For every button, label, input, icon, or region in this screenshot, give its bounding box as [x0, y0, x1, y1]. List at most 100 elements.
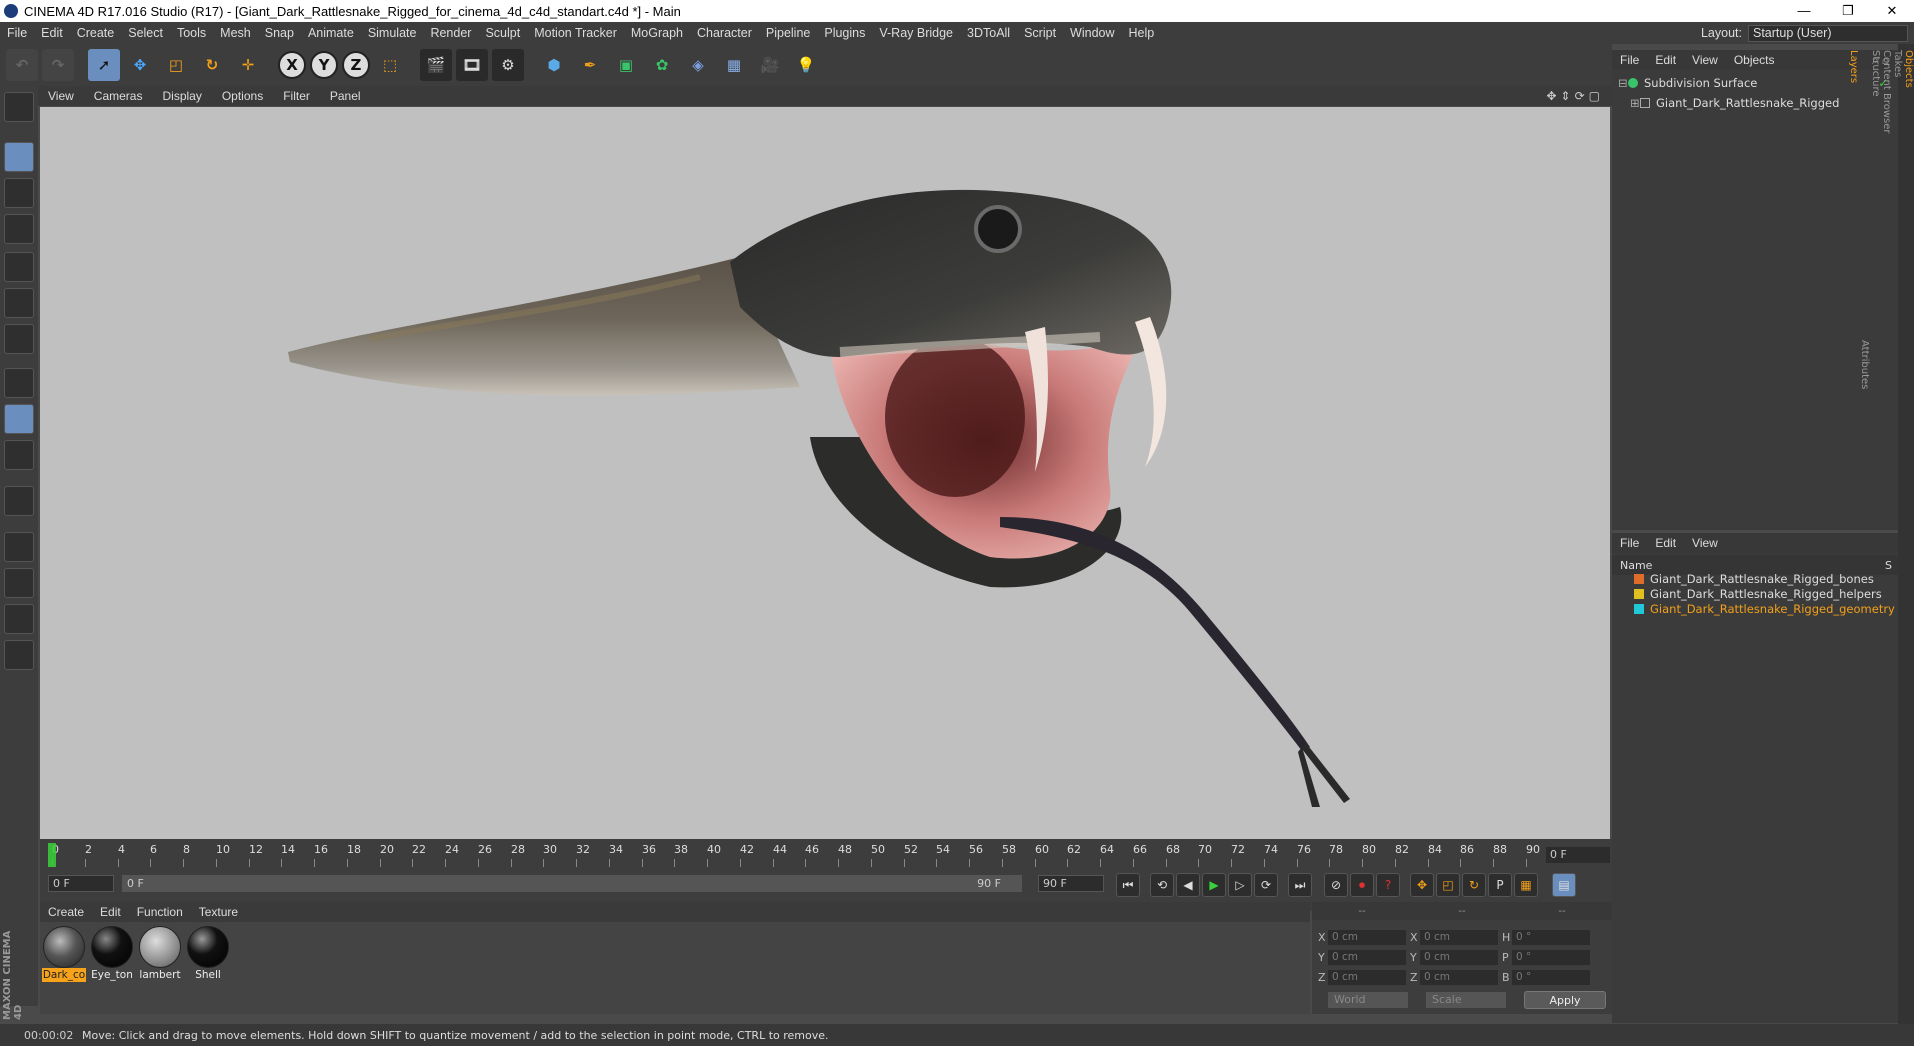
- timeline-window-icon[interactable]: ▤: [1552, 873, 1576, 897]
- menu-edit[interactable]: Edit: [34, 26, 70, 40]
- close-button[interactable]: ✕: [1870, 0, 1914, 22]
- tab-takes[interactable]: Takes: [1892, 44, 1903, 1024]
- position-y-field[interactable]: 0 cm: [1328, 949, 1406, 965]
- model-mode-icon[interactable]: [4, 142, 34, 172]
- z-axis-lock-button[interactable]: Z: [342, 51, 370, 79]
- playhead-marker[interactable]: [48, 843, 56, 867]
- layers-menu-edit[interactable]: Edit: [1647, 536, 1684, 550]
- redo-icon[interactable]: ↷: [42, 49, 74, 81]
- autokey-icon[interactable]: ?: [1376, 873, 1400, 897]
- tab-structure[interactable]: Structure: [1870, 44, 1881, 1024]
- render-picture-viewer-icon[interactable]: 🎞: [456, 49, 488, 81]
- key-rotation-icon[interactable]: ↻: [1462, 873, 1486, 897]
- frame-ruler[interactable]: 0246810121416182022242628303234363840424…: [48, 843, 1540, 869]
- position-z-field[interactable]: 0 cm: [1328, 969, 1406, 985]
- preview-range-slider[interactable]: 0 F 90 F: [122, 875, 1022, 892]
- menu-tools[interactable]: Tools: [170, 26, 213, 40]
- axis-mode-icon[interactable]: [4, 368, 34, 398]
- pen-spline-icon[interactable]: ✒: [574, 49, 606, 81]
- points-mode-icon[interactable]: [4, 252, 34, 282]
- tab-objects[interactable]: Objects: [1903, 44, 1914, 1024]
- start-frame-field[interactable]: 0 F: [48, 875, 114, 892]
- material-shell[interactable]: Shell: [186, 926, 230, 984]
- go-to-end-icon[interactable]: ⏭: [1288, 873, 1312, 897]
- key-scale-icon[interactable]: ◰: [1436, 873, 1460, 897]
- material-eye-ton[interactable]: Eye_ton: [90, 926, 134, 984]
- tab-content-browser[interactable]: Content Browser: [1881, 44, 1892, 1024]
- end-frame-field[interactable]: 90 F: [1038, 875, 1104, 892]
- menu-sculpt[interactable]: Sculpt: [478, 26, 527, 40]
- camera-icon[interactable]: 🎥: [754, 49, 786, 81]
- live-selection-icon[interactable]: ➚: [88, 49, 120, 81]
- layout-select[interactable]: Startup (User): [1748, 24, 1908, 42]
- size-x-field[interactable]: 0 cm: [1420, 929, 1498, 945]
- previous-frame-icon[interactable]: ◀: [1176, 873, 1200, 897]
- menu-create[interactable]: Create: [70, 26, 122, 40]
- material-menu-create[interactable]: Create: [40, 905, 92, 919]
- python-console-icon[interactable]: [4, 640, 34, 670]
- menu-3dtoall[interactable]: 3DToAll: [960, 26, 1017, 40]
- layer-color-swatch[interactable]: [1634, 604, 1644, 614]
- viewport-menu-view[interactable]: View: [38, 89, 84, 103]
- next-key-icon[interactable]: ⟳: [1254, 873, 1278, 897]
- x-axis-lock-button[interactable]: X: [278, 51, 306, 79]
- expand-icon[interactable]: ⊞: [1630, 96, 1640, 110]
- move-tool-icon[interactable]: ✥: [124, 49, 156, 81]
- light-bulb-icon[interactable]: 💡: [790, 49, 822, 81]
- rotation-h-field[interactable]: 0 °: [1512, 929, 1590, 945]
- 3d-viewport[interactable]: [40, 107, 1610, 839]
- python-script-icon[interactable]: [4, 604, 34, 634]
- tab-attributes[interactable]: Attributes: [1859, 334, 1870, 1024]
- tweak-mode-icon[interactable]: [4, 404, 34, 434]
- menu-file[interactable]: File: [0, 26, 34, 40]
- go-to-start-icon[interactable]: ⏮: [1116, 873, 1140, 897]
- objects-menu-objects[interactable]: Objects: [1726, 53, 1783, 67]
- viewport-menu-cameras[interactable]: Cameras: [84, 89, 153, 103]
- viewport-menu-filter[interactable]: Filter: [273, 89, 320, 103]
- menu-script[interactable]: Script: [1017, 26, 1063, 40]
- texture-mode-icon[interactable]: [4, 178, 34, 208]
- position-x-field[interactable]: 0 cm: [1328, 929, 1406, 945]
- undo-icon[interactable]: ↶: [6, 49, 38, 81]
- material-menu-function[interactable]: Function: [129, 905, 191, 919]
- snap-magnet-icon[interactable]: [4, 486, 34, 516]
- key-position-icon[interactable]: ✥: [1410, 873, 1434, 897]
- size-mode-select[interactable]: Scale: [1426, 992, 1506, 1008]
- floor-scene-icon[interactable]: ▦: [718, 49, 750, 81]
- soft-selection-icon[interactable]: [4, 440, 34, 470]
- objects-menu-file[interactable]: File: [1612, 53, 1647, 67]
- workplane-mode-icon[interactable]: [4, 214, 34, 244]
- play-icon[interactable]: ▶: [1202, 873, 1226, 897]
- material-menu-edit[interactable]: Edit: [92, 905, 129, 919]
- maximize-button[interactable]: ❐: [1826, 0, 1870, 22]
- menu-help[interactable]: Help: [1122, 26, 1162, 40]
- cube-primitive-icon[interactable]: ⬢: [538, 49, 570, 81]
- tab-layers[interactable]: Layers: [1848, 44, 1859, 1024]
- coordinate-system-icon[interactable]: ⬚: [374, 49, 406, 81]
- size-y-field[interactable]: 0 cm: [1420, 949, 1498, 965]
- menu-select[interactable]: Select: [121, 26, 170, 40]
- objects-menu-edit[interactable]: Edit: [1647, 53, 1684, 67]
- menu-mograph[interactable]: MoGraph: [624, 26, 690, 40]
- menu-window[interactable]: Window: [1063, 26, 1121, 40]
- mograph-cloner-icon[interactable]: ✿: [646, 49, 678, 81]
- next-frame-icon[interactable]: ▷: [1228, 873, 1252, 897]
- rotation-b-field[interactable]: 0 °: [1512, 969, 1590, 985]
- apply-button[interactable]: Apply: [1524, 991, 1606, 1009]
- motion-record-icon[interactable]: ⊘: [1324, 873, 1348, 897]
- menu-mesh[interactable]: Mesh: [213, 26, 258, 40]
- workplane-lock-icon[interactable]: [4, 532, 34, 562]
- rotate-tool-icon[interactable]: ↻: [196, 49, 228, 81]
- key-parameter-icon[interactable]: P: [1488, 873, 1512, 897]
- y-axis-lock-button[interactable]: Y: [310, 51, 338, 79]
- menu-pipeline[interactable]: Pipeline: [759, 26, 817, 40]
- locked-workplane-icon[interactable]: [4, 568, 34, 598]
- menu-animate[interactable]: Animate: [301, 26, 361, 40]
- key-pla-icon[interactable]: ▦: [1514, 873, 1538, 897]
- polygons-mode-icon[interactable]: [4, 324, 34, 354]
- layers-menu-view[interactable]: View: [1684, 536, 1726, 550]
- scale-tool-icon[interactable]: ◰: [160, 49, 192, 81]
- render-view-icon[interactable]: 🎬: [420, 49, 452, 81]
- material-lambert[interactable]: lambert: [138, 926, 182, 984]
- coordinate-space-select[interactable]: World: [1328, 992, 1408, 1008]
